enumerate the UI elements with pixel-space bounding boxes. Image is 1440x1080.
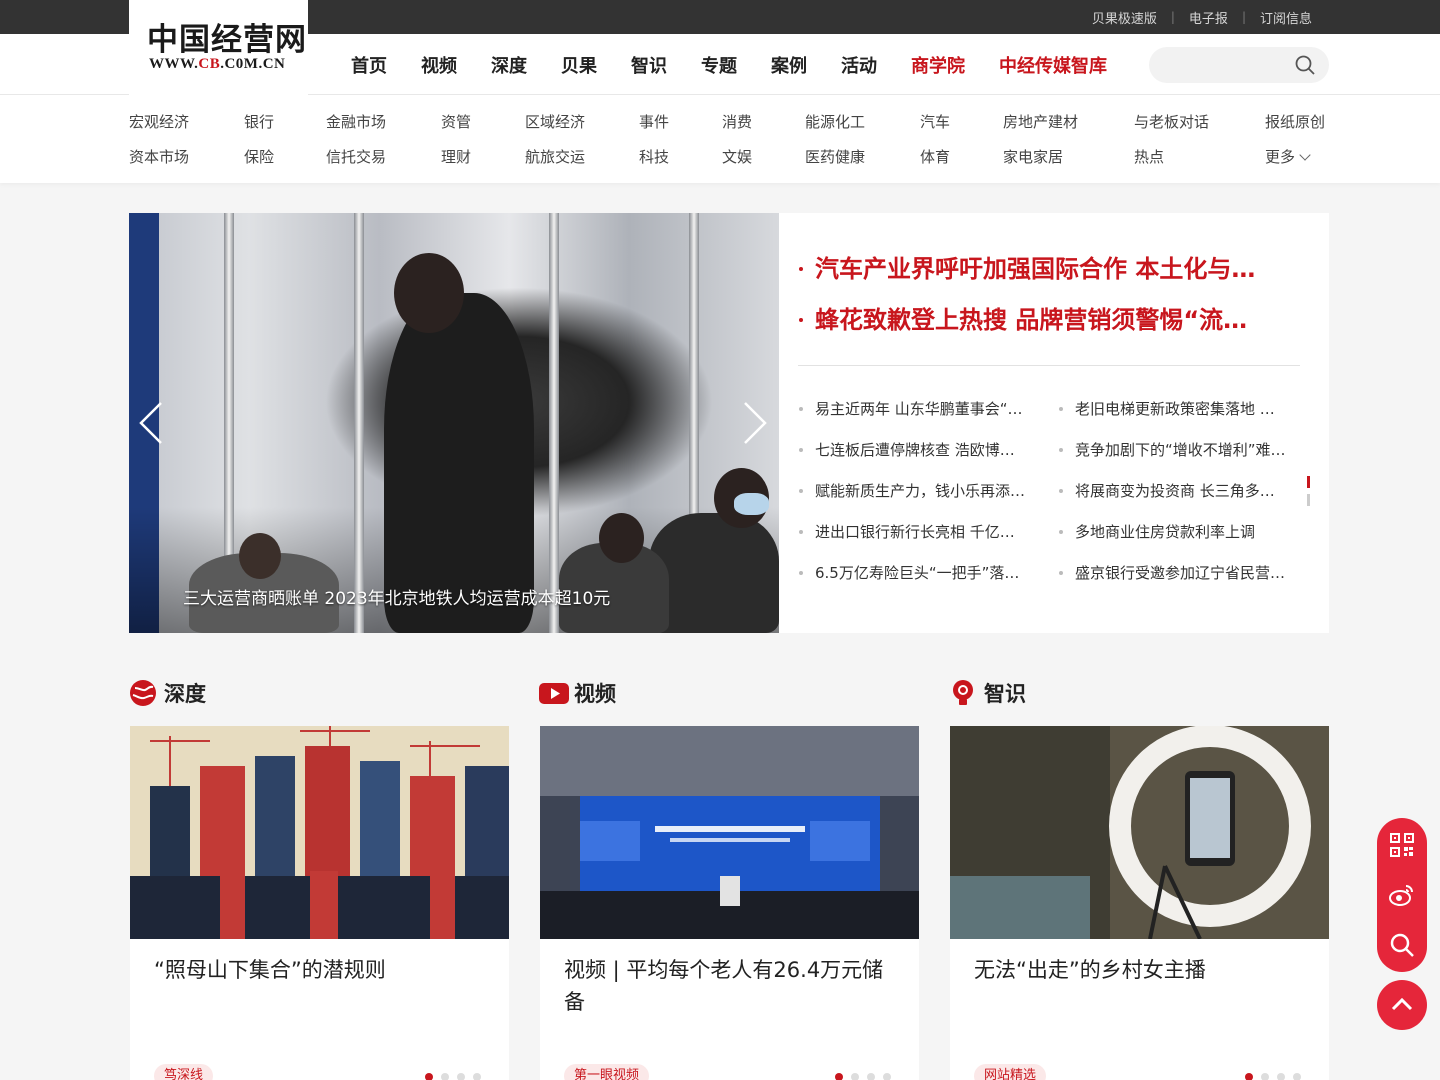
search-box <box>1149 47 1329 83</box>
card-pager <box>835 1073 891 1080</box>
list-item[interactable]: 七连板后遭停牌核查 浩欧博… <box>799 439 1039 460</box>
list-item[interactable]: 盛京银行受邀参加辽宁省民营… <box>1059 562 1299 583</box>
hero-caption[interactable]: 三大运营商晒账单 2023年北京地铁人均运营成本超10元 <box>183 584 610 609</box>
card-image <box>950 726 1329 939</box>
card-image <box>130 726 509 939</box>
top-links: 贝果极速版 | 电子报 | 订阅信息 <box>1092 0 1312 34</box>
nav-think-tank[interactable]: 中经传媒智库 <box>999 52 1107 78</box>
logo-text: 中国经营网 <box>147 22 307 58</box>
cat-entertainment[interactable]: 文娱 <box>722 146 752 167</box>
cat-consumer[interactable]: 消费 <box>722 111 752 132</box>
card-pager <box>1245 1073 1301 1080</box>
qrcode-icon[interactable] <box>1389 832 1415 858</box>
cat-boss-talk[interactable]: 与老板对话 <box>1134 111 1209 132</box>
section-title-video[interactable]: 视频 <box>574 678 616 708</box>
cat-insurance[interactable]: 保险 <box>244 146 274 167</box>
cat-bank[interactable]: 银行 <box>244 111 274 132</box>
cat-sports[interactable]: 体育 <box>920 146 950 167</box>
main-nav: 首页 视频 深度 贝果 智识 专题 案例 活动 商学院 中经传媒智库 <box>351 34 1141 95</box>
cat-events[interactable]: 事件 <box>639 111 669 132</box>
section-title-zhishi[interactable]: 智识 <box>984 678 1026 708</box>
nav-beiguo[interactable]: 贝果 <box>561 52 597 78</box>
cat-trust[interactable]: 信托交易 <box>326 146 386 167</box>
headline-big-1[interactable]: 汽车产业界呼吁加强国际合作 本土化与… <box>799 249 1299 284</box>
card-title[interactable]: 无法“出走”的乡村女主播 <box>974 954 1309 986</box>
hero-image <box>129 213 779 633</box>
card-tag[interactable]: 网站精选 <box>974 1064 1047 1080</box>
nav-zhishi[interactable]: 智识 <box>631 52 667 78</box>
card-image <box>540 726 919 939</box>
chevron-up-icon <box>1391 997 1413 1011</box>
cat-health[interactable]: 医药健康 <box>805 146 865 167</box>
top-link-subscribe[interactable]: 订阅信息 <box>1260 8 1312 27</box>
list-item[interactable]: 老旧电梯更新政策密集落地 … <box>1059 398 1299 419</box>
card-title[interactable]: 视频 | 平均每个老人有26.4万元储备 <box>564 954 899 1018</box>
floating-toolbar <box>1377 818 1427 972</box>
cat-finance-market[interactable]: 金融市场 <box>326 111 386 132</box>
list-pager-active[interactable] <box>1307 476 1310 488</box>
list-item[interactable]: 进出口银行新行长亮相 千亿… <box>799 521 1039 542</box>
card-tag[interactable]: 第一眼视频 <box>564 1064 650 1080</box>
carousel-next-icon[interactable] <box>739 401 769 445</box>
nav-topics[interactable]: 专题 <box>701 52 737 78</box>
search-icon[interactable] <box>1295 55 1315 75</box>
list-item[interactable]: 竞争加剧下的“增收不增利”难… <box>1059 439 1299 460</box>
search-icon[interactable] <box>1389 932 1415 958</box>
cat-travel[interactable]: 航旅交运 <box>525 146 585 167</box>
site-logo[interactable]: 中国经营网 WWW.CB.C0M.CN <box>129 0 308 95</box>
cat-auto[interactable]: 汽车 <box>920 111 950 132</box>
cat-macro[interactable]: 宏观经济 <box>129 111 189 132</box>
carousel-prev-icon[interactable] <box>137 401 167 445</box>
chevron-down-icon <box>1299 149 1311 161</box>
cat-realestate[interactable]: 房地产建材 <box>1003 111 1078 132</box>
nav-depth[interactable]: 深度 <box>491 52 527 78</box>
cat-tech[interactable]: 科技 <box>639 146 669 167</box>
nav-cases[interactable]: 案例 <box>771 52 807 78</box>
globe-icon <box>130 680 156 706</box>
cat-asset-mgmt[interactable]: 资管 <box>441 111 471 132</box>
logo-url: WWW.CB.C0M.CN <box>149 56 286 72</box>
top-link-epaper[interactable]: 电子报 <box>1189 8 1228 27</box>
cat-energy[interactable]: 能源化工 <box>805 111 865 132</box>
list-item[interactable]: 赋能新质生产力，钱小乐再添… <box>799 480 1039 501</box>
nav-events[interactable]: 活动 <box>841 52 877 78</box>
headlines-panel: 汽车产业界呼吁加强国际合作 本土化与… 蜂花致歉登上热搜 品牌营销须警惕“流… … <box>779 213 1329 633</box>
nav-home[interactable]: 首页 <box>351 52 387 78</box>
divider <box>798 365 1300 366</box>
play-icon <box>539 683 569 704</box>
cat-capital[interactable]: 资本市场 <box>129 146 189 167</box>
bulb-icon <box>953 680 973 705</box>
cat-hot[interactable]: 热点 <box>1134 146 1164 167</box>
nav-business-school[interactable]: 商学院 <box>911 52 965 78</box>
cat-more[interactable]: 更多 <box>1265 146 1311 167</box>
top-link-fast[interactable]: 贝果极速版 <box>1092 8 1157 27</box>
headline-big-2[interactable]: 蜂花致歉登上热搜 品牌营销须警惕“流… <box>799 300 1299 335</box>
list-item[interactable]: 6.5万亿寿险巨头“一把手”落… <box>799 562 1039 583</box>
cat-regional[interactable]: 区域经济 <box>525 111 585 132</box>
list-item[interactable]: 将展商变为投资商 长三角多… <box>1059 480 1299 501</box>
nav-video[interactable]: 视频 <box>421 52 457 78</box>
hero-carousel[interactable]: 三大运营商晒账单 2023年北京地铁人均运营成本超10元 <box>129 213 779 633</box>
list-pager[interactable] <box>1307 494 1310 506</box>
card-video[interactable]: 视频 | 平均每个老人有26.4万元储备 第一眼视频 <box>540 726 919 1080</box>
cat-home-appliance[interactable]: 家电家居 <box>1003 146 1063 167</box>
search-input[interactable] <box>1163 53 1283 77</box>
card-pager <box>425 1073 481 1080</box>
section-title-depth[interactable]: 深度 <box>164 678 206 708</box>
back-to-top-button[interactable] <box>1377 980 1427 1030</box>
category-nav: 宏观经济 银行 金融市场 资管 区域经济 事件 消费 能源化工 汽车 房地产建材… <box>0 95 1440 183</box>
list-item[interactable]: 多地商业住房贷款利率上调 <box>1059 521 1299 542</box>
card-title[interactable]: “照母山下集合”的潜规则 <box>154 954 489 986</box>
card-zhishi[interactable]: 无法“出走”的乡村女主播 网站精选 <box>950 726 1329 1080</box>
cat-original[interactable]: 报纸原创 <box>1265 111 1325 132</box>
weibo-icon[interactable] <box>1389 882 1415 908</box>
card-depth[interactable]: “照母山下集合”的潜规则 笃深线 <box>130 726 509 1080</box>
cat-wealth[interactable]: 理财 <box>441 146 471 167</box>
card-tag[interactable]: 笃深线 <box>154 1064 214 1080</box>
list-item[interactable]: 易主近两年 山东华鹏董事会“… <box>799 398 1039 419</box>
